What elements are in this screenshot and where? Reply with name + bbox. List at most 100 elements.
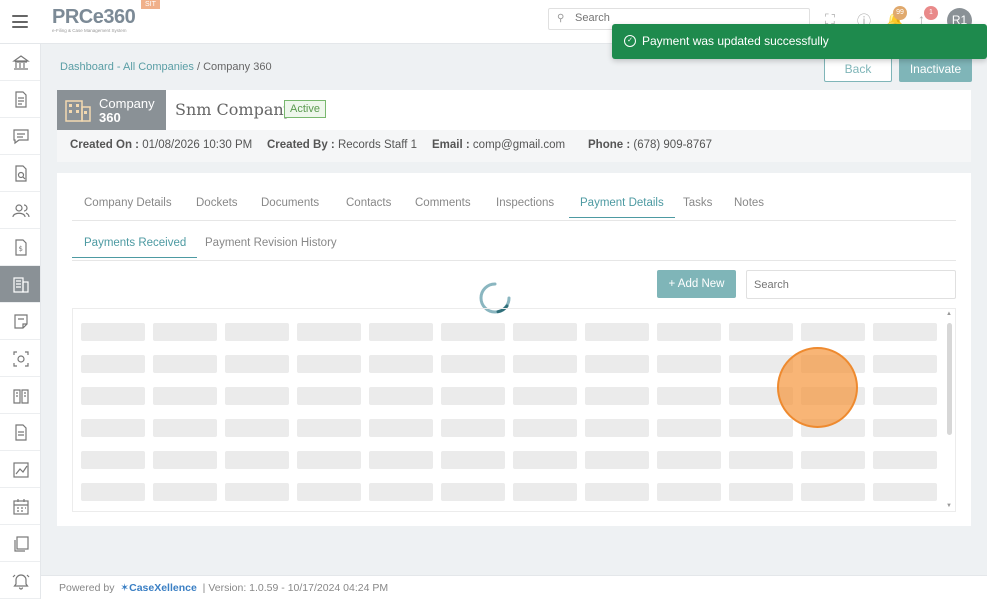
casexellence-logo-icon: ✶ bbox=[120, 582, 130, 594]
tab-payment-details[interactable]: Payment Details bbox=[569, 197, 675, 218]
breadcrumb: Dashboard - All Companies / Company 360 bbox=[60, 61, 272, 73]
footer-text: Powered by ✶CaseXellence | Version: 1.0.… bbox=[59, 582, 388, 594]
toast-message: Payment was updated successfully bbox=[642, 34, 829, 48]
skeleton-cell bbox=[369, 355, 433, 373]
skeleton-cell bbox=[441, 419, 505, 437]
tab-contacts[interactable]: Contacts bbox=[346, 197, 391, 209]
scroll-up-icon[interactable]: ▲ bbox=[946, 311, 952, 317]
tab-documents[interactable]: Documents bbox=[261, 197, 319, 209]
skeleton-cell bbox=[801, 451, 865, 469]
tab-dockets[interactable]: Dockets bbox=[196, 197, 238, 209]
skeleton-cell bbox=[513, 483, 577, 501]
sidebar-item-file[interactable] bbox=[0, 414, 40, 451]
email: Email : comp@gmail.com bbox=[432, 139, 565, 151]
created-on-value: 01/08/2026 10:30 PM bbox=[142, 139, 253, 151]
global-search-input[interactable] bbox=[575, 12, 775, 24]
skeleton-cell bbox=[873, 323, 937, 341]
tab-inspections[interactable]: Inspections bbox=[496, 197, 554, 209]
breadcrumb-link[interactable]: Dashboard - All Companies bbox=[60, 61, 194, 73]
table-search-input[interactable] bbox=[746, 270, 956, 299]
add-new-button[interactable]: + Add New bbox=[657, 270, 736, 298]
building-icon bbox=[13, 277, 29, 293]
success-toast[interactable]: ✓ Payment was updated successfully bbox=[612, 24, 987, 59]
skeleton-cell bbox=[297, 323, 361, 341]
skeleton-cell bbox=[153, 355, 217, 373]
tile-subtitle: 360 bbox=[99, 110, 121, 125]
menu-icon[interactable] bbox=[12, 15, 28, 28]
alerts-count: 1 bbox=[924, 6, 938, 20]
sidebar-item-scan[interactable] bbox=[0, 340, 40, 377]
phone: Phone : (678) 909-8767 bbox=[588, 139, 712, 151]
skeleton-cell bbox=[225, 483, 289, 501]
chart-icon bbox=[13, 462, 29, 478]
skeleton-cell bbox=[585, 387, 649, 405]
sidebar-item-bell[interactable] bbox=[0, 562, 40, 599]
skeleton-cell bbox=[81, 451, 145, 469]
company-name: Snm Company bbox=[175, 100, 293, 119]
book-icon bbox=[13, 389, 29, 404]
created-on-label: Created On : bbox=[70, 139, 140, 151]
bell-icon bbox=[12, 574, 30, 590]
logo-tagline: e-Filing & Case Management System bbox=[52, 28, 127, 33]
check-circle-icon: ✓ bbox=[624, 35, 636, 47]
created-by-value: Records Staff 1 bbox=[337, 139, 418, 151]
company-360-tile: Company 360 bbox=[57, 90, 166, 130]
skeleton-cell bbox=[729, 451, 793, 469]
skeleton-cell bbox=[369, 451, 433, 469]
document-search-icon bbox=[15, 165, 27, 182]
tab-notes[interactable]: Notes bbox=[734, 197, 764, 209]
inactivate-button[interactable]: Inactivate bbox=[899, 56, 972, 82]
sidebar: $ bbox=[0, 44, 41, 599]
sidebar-item-document[interactable] bbox=[0, 81, 40, 118]
sidebar-item-users[interactable] bbox=[0, 192, 40, 229]
scrollbar[interactable]: ▲ ▼ bbox=[946, 311, 952, 509]
skeleton-cell bbox=[225, 451, 289, 469]
copy-icon bbox=[14, 536, 29, 552]
scroll-down-icon[interactable]: ▼ bbox=[946, 503, 952, 509]
skeleton-cell bbox=[873, 387, 937, 405]
bank-icon bbox=[12, 55, 30, 70]
skeleton-cell bbox=[801, 323, 865, 341]
payment-subtabs: Payments Received Payment Revision Histo… bbox=[72, 229, 956, 261]
email-label: Email : bbox=[432, 139, 470, 151]
note-icon bbox=[14, 314, 28, 329]
footer-brand[interactable]: CaseXellence bbox=[129, 582, 197, 594]
sidebar-item-building[interactable] bbox=[0, 266, 40, 303]
skeleton-cell bbox=[801, 483, 865, 501]
tab-comments[interactable]: Comments bbox=[415, 197, 471, 209]
status-badge: Active bbox=[284, 100, 326, 118]
invoice-icon: $ bbox=[15, 239, 27, 256]
sidebar-item-bank[interactable] bbox=[0, 44, 40, 81]
skeleton-cell bbox=[369, 483, 433, 501]
subtab-payment-revision-history[interactable]: Payment Revision History bbox=[205, 237, 337, 249]
skeleton-cell bbox=[657, 483, 721, 501]
skeleton-cell bbox=[585, 451, 649, 469]
skeleton-cell bbox=[441, 451, 505, 469]
sidebar-item-copy[interactable] bbox=[0, 525, 40, 562]
sidebar-item-calendar[interactable] bbox=[0, 488, 40, 525]
sidebar-item-invoice[interactable]: $ bbox=[0, 229, 40, 266]
skeleton-cell bbox=[297, 483, 361, 501]
powered-by-label: Powered by bbox=[59, 582, 115, 594]
users-icon bbox=[12, 204, 30, 218]
skeleton-cell bbox=[369, 419, 433, 437]
scrollbar-thumb[interactable] bbox=[947, 323, 952, 435]
sidebar-item-book[interactable] bbox=[0, 377, 40, 414]
company-header-card: Company 360 Snm Company Active Created O… bbox=[57, 90, 971, 162]
tab-company-details[interactable]: Company Details bbox=[84, 197, 172, 209]
sidebar-item-chat[interactable] bbox=[0, 118, 40, 155]
tab-tasks[interactable]: Tasks bbox=[683, 197, 712, 209]
subtab-payments-received[interactable]: Payments Received bbox=[72, 237, 198, 258]
skeleton-cell bbox=[873, 355, 937, 373]
back-button[interactable]: Back bbox=[824, 56, 892, 82]
sidebar-item-note[interactable] bbox=[0, 303, 40, 340]
skeleton-cell bbox=[873, 419, 937, 437]
app-logo[interactable]: PRCe360 e-Filing & Case Management Syste… bbox=[52, 6, 136, 33]
document-icon bbox=[15, 91, 27, 108]
sidebar-item-document-search[interactable] bbox=[0, 155, 40, 192]
building-icon bbox=[65, 100, 91, 122]
chat-icon bbox=[13, 129, 29, 145]
skeleton-cell bbox=[441, 387, 505, 405]
skeleton-cell bbox=[153, 387, 217, 405]
sidebar-item-chart[interactable] bbox=[0, 451, 40, 488]
